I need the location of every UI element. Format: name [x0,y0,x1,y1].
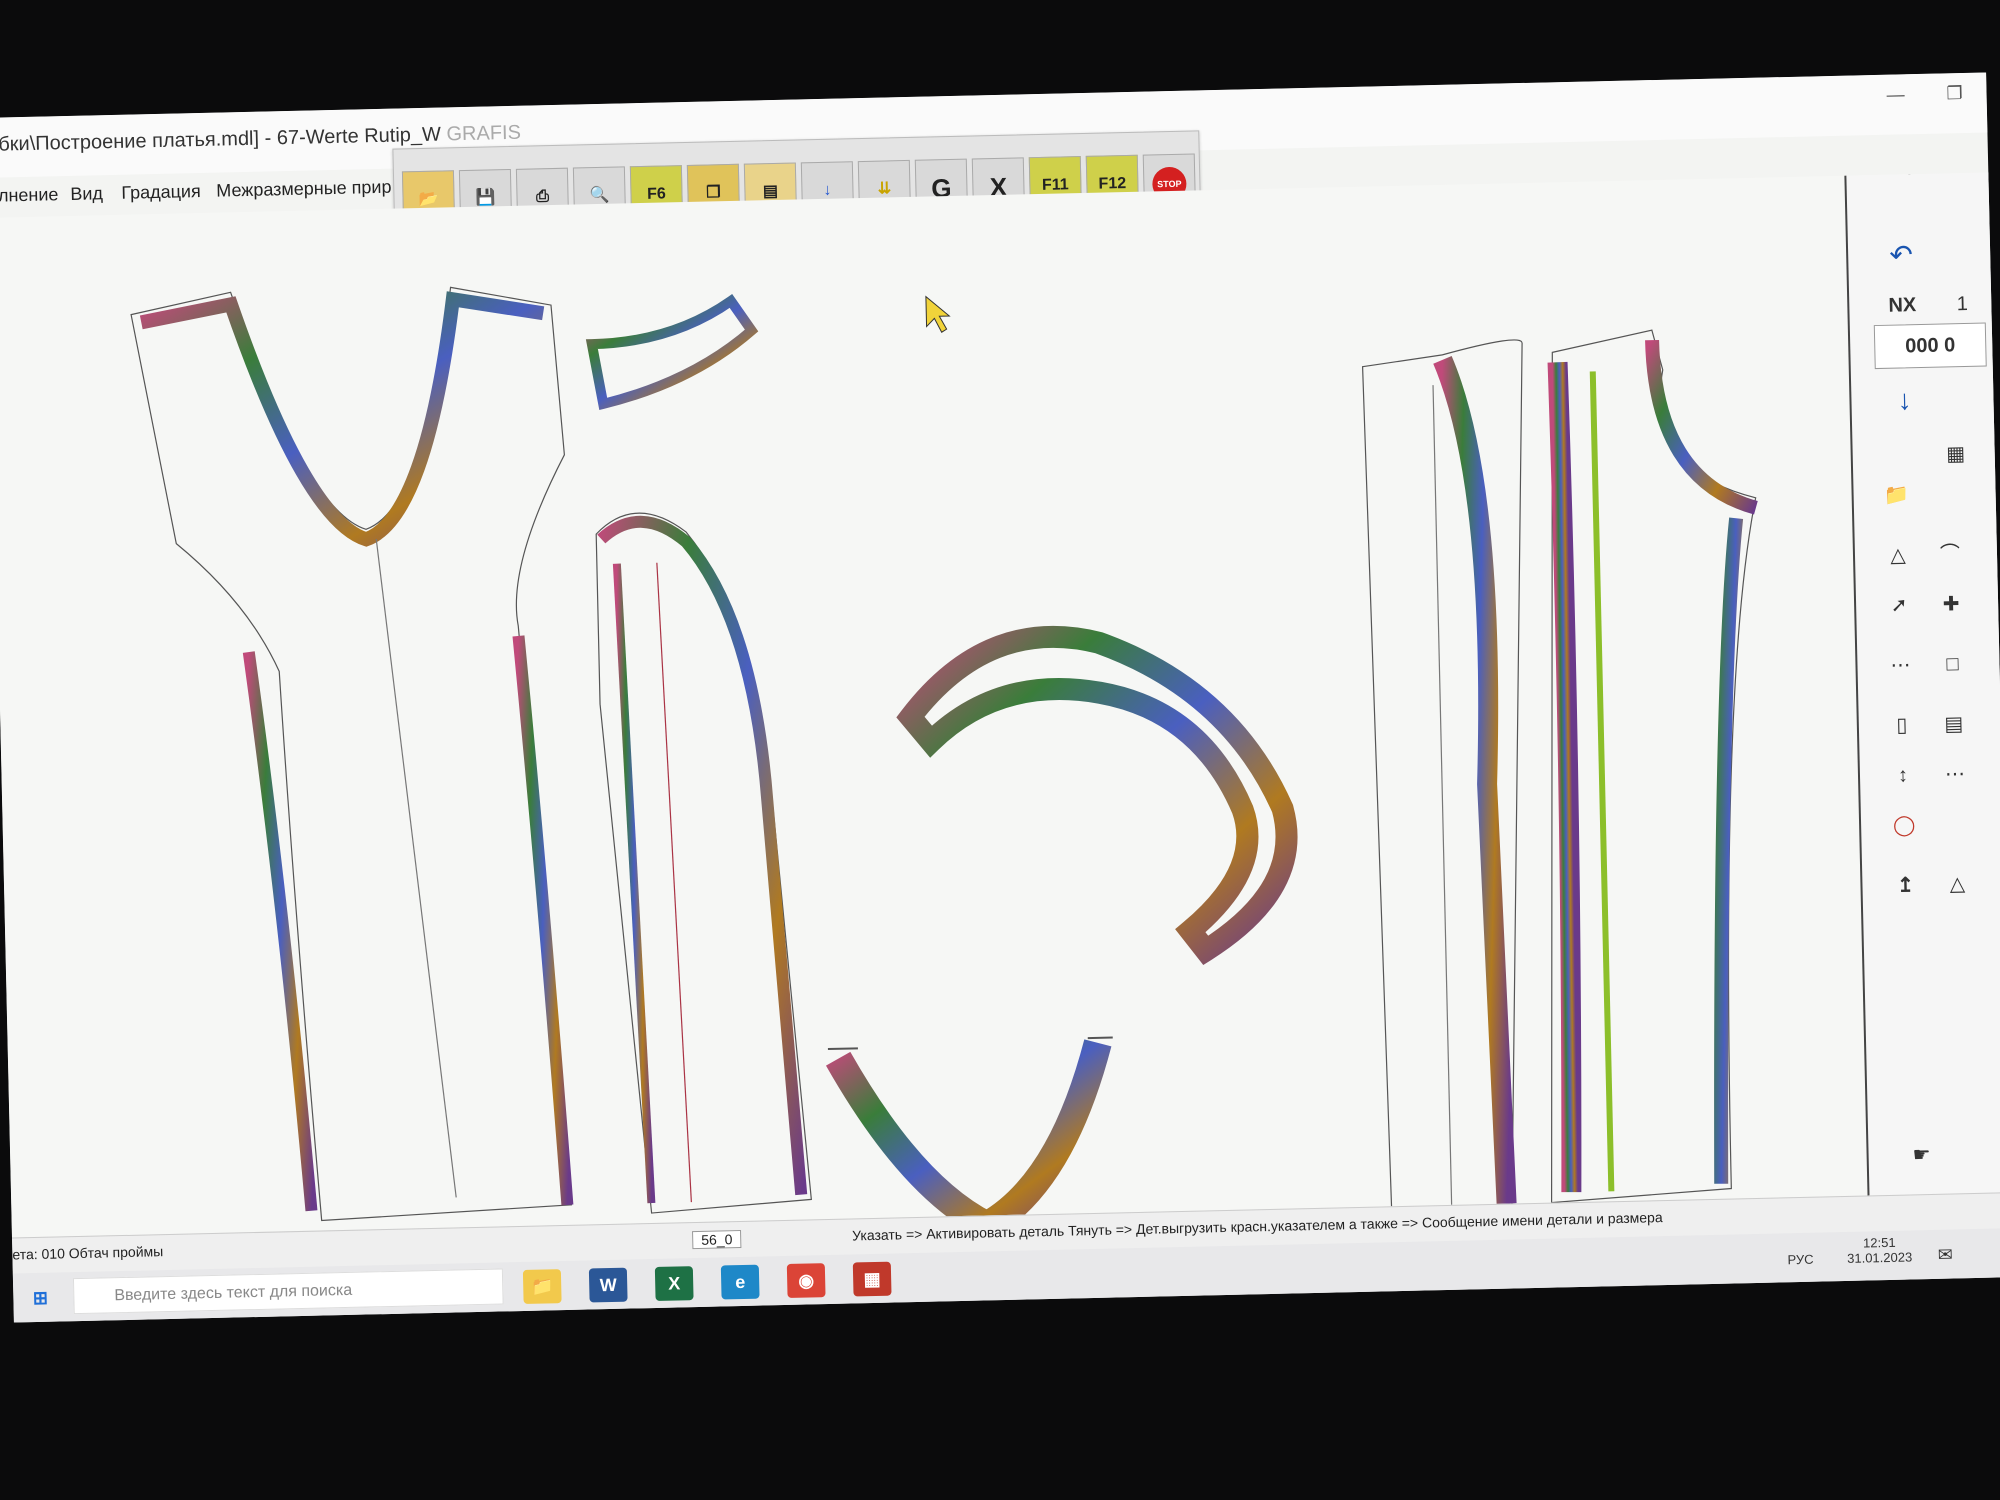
export-icon[interactable]: ☛ [1898,1134,1945,1177]
shirt-icon[interactable]: ▯ [1878,704,1925,747]
edge-icon[interactable]: e [720,1264,760,1300]
line-icon[interactable]: ➚ [1876,584,1923,627]
menu-item-execution[interactable]: олнение [0,184,59,207]
file-explorer-icon[interactable]: 📁 [522,1269,562,1304]
grain-icon[interactable]: ↕ [1880,754,1927,797]
chrome-icon[interactable]: ◉ [786,1263,826,1298]
arrow-down-icon[interactable]: ↓ [1881,379,1928,422]
pattern-piece-front[interactable] [130,285,582,1225]
monitor-screen: 0бки\Построение платья.mdl] - 67-Werte R… [0,72,2000,1323]
piece-outline-icon[interactable]: △ [1934,863,1981,906]
windows-start-icon[interactable]: ⊞ [21,1280,60,1315]
pattern-piece-side[interactable] [595,510,812,1214]
pattern-piece-armhole-facing[interactable] [896,625,1298,965]
taskbar-search[interactable]: Введите здесь текст для поиска [72,1268,504,1315]
pattern-piece-top-facing[interactable] [585,294,759,411]
status-size: 56_0 [692,1230,742,1250]
word-icon[interactable]: W [588,1267,628,1303]
pattern-drawing [130,285,1772,1242]
nx-icon[interactable]: NX [1879,284,1926,327]
window-title-path: 0бки\Построение платья.mdl] - 67-Werte R… [0,123,442,156]
notifications-icon[interactable]: ✉ [1938,1245,1954,1265]
shapes-icon[interactable]: □ [1929,643,1976,686]
pattern-piece-back-side[interactable] [1532,328,1772,1204]
system-tray: РУС 12:51 31.01.2023 ✉ [1787,1234,1953,1270]
trousers-icon[interactable]: ▤ [1930,703,1977,746]
undo-icon[interactable]: ↶ [1878,234,1925,277]
pattern-piece-back[interactable] [1361,339,1542,1217]
language-indicator[interactable]: РУС [1787,1252,1813,1268]
status-left: ета: 010 Обтач проймы [12,1243,164,1263]
counter-display: 000 0 [1873,322,1987,370]
window-title-app: GRAFIS [446,121,522,146]
right-tool-panel: ↶ NX 1 000 0 ↓ ▦ 📁 △ ⌒ ➚ ✚ ⋯ □ ▯ ▤ ↕ ⋯ ◯… [1844,172,2000,1196]
pattern-piece-neck-facing[interactable] [825,1036,1117,1242]
delete-piece-icon[interactable]: ◯ [1881,804,1928,847]
text-abc-icon[interactable]: ↥ [1882,864,1929,907]
number-tag: 1 [1956,292,1969,316]
clock-time: 12:51 [1862,1234,1896,1251]
dash-icon[interactable]: ⋯ [1932,753,1979,796]
books-icon[interactable]: ▦ [1932,433,1979,476]
grafis-app-icon[interactable]: ▦ [852,1261,892,1297]
menu-item-grading[interactable]: Градация [121,181,201,204]
folder-icon[interactable]: 📁 [1873,474,1920,517]
minimize-icon[interactable]: — [1886,84,1904,105]
clock-date: 31.01.2023 [1846,1249,1913,1266]
cross-icon[interactable]: ✚ [1928,583,1975,626]
piece-icon[interactable]: △ [1875,534,1922,577]
excel-icon[interactable]: X [654,1266,694,1301]
menu-item-intersize[interactable]: Межразмерные прир [216,177,392,202]
menu-item-view[interactable]: Вид [70,183,103,205]
mouse-cursor-icon [925,295,951,333]
points-icon[interactable]: ⋯ [1877,644,1924,687]
maximize-icon[interactable]: ❐ [1946,83,1963,104]
curve-icon[interactable]: ⌒ [1927,533,1974,576]
pattern-canvas[interactable] [0,174,1934,1242]
